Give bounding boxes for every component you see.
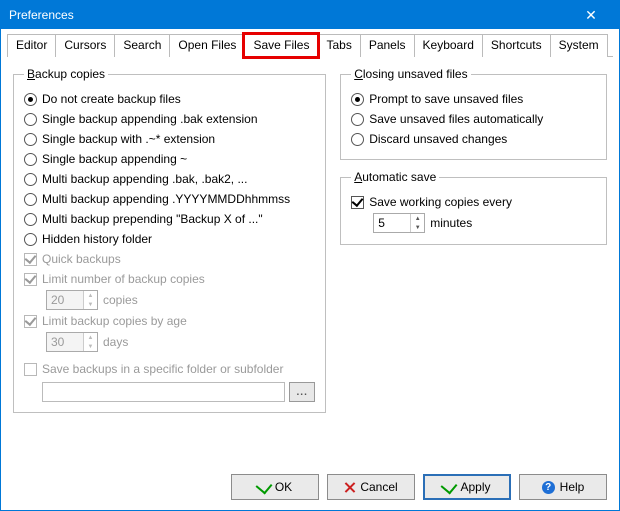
limit-age-input <box>47 333 83 351</box>
spin-down-icon: ▼ <box>84 342 97 351</box>
closing-group: Closing unsaved files Prompt to save uns… <box>340 67 607 160</box>
spin-up-icon: ▲ <box>84 333 97 342</box>
autosave-checkbox[interactable] <box>351 196 364 209</box>
autosave-group: Automatic save Save working copies every… <box>340 170 607 245</box>
backup-radio-7[interactable] <box>24 233 37 246</box>
tab-tabs[interactable]: Tabs <box>317 34 360 57</box>
specific-folder-checkbox <box>24 363 37 376</box>
titlebar: Preferences ✕ <box>1 1 619 29</box>
autosave-input[interactable] <box>374 214 410 232</box>
autosave-unit: minutes <box>430 216 472 230</box>
backup-radio-1[interactable] <box>24 113 37 126</box>
backup-radio-label: Single backup appending .bak extension <box>42 112 258 126</box>
closing-radio-label: Save unsaved files automatically <box>369 112 543 126</box>
quick-backups-label: Quick backups <box>42 252 121 266</box>
backup-radio-label: Single backup appending ~ <box>42 152 187 166</box>
x-icon <box>344 482 355 493</box>
spin-up-icon[interactable]: ▲ <box>411 214 424 223</box>
days-label: days <box>103 335 128 349</box>
copies-label: copies <box>103 293 138 307</box>
closing-radio-label: Discard unsaved changes <box>369 132 507 146</box>
tab-keyboard[interactable]: Keyboard <box>414 34 483 57</box>
autosave-label: Save working copies every <box>369 195 512 209</box>
closing-radio-0[interactable] <box>351 93 364 106</box>
backup-radio-label: Do not create backup files <box>42 92 181 106</box>
spin-down-icon: ▼ <box>84 300 97 309</box>
limit-age-spin: ▲▼ <box>46 332 98 352</box>
spin-up-icon: ▲ <box>84 291 97 300</box>
backup-legend: Backup copies <box>24 67 108 81</box>
help-icon: ? <box>542 481 555 494</box>
backup-radio-5[interactable] <box>24 193 37 206</box>
limit-age-row: Limit backup copies by age <box>24 311 315 331</box>
backup-radio-0[interactable] <box>24 93 37 106</box>
closing-radio-1[interactable] <box>351 113 364 126</box>
spin-down-icon[interactable]: ▼ <box>411 223 424 232</box>
limit-number-checkbox <box>24 273 37 286</box>
check-icon <box>441 477 458 494</box>
tab-panels[interactable]: Panels <box>360 34 415 57</box>
tab-search[interactable]: Search <box>114 34 170 57</box>
tab-editor[interactable]: Editor <box>7 34 56 57</box>
limit-age-checkbox <box>24 315 37 328</box>
limit-age-label: Limit backup copies by age <box>42 314 187 328</box>
specific-folder-label: Save backups in a specific folder or sub… <box>42 362 283 376</box>
close-icon[interactable]: ✕ <box>571 1 611 29</box>
closing-radio-label: Prompt to save unsaved files <box>369 92 523 106</box>
cancel-button[interactable]: Cancel <box>327 474 415 500</box>
backup-radio-label: Multi backup appending .YYYYMMDDhhmmss <box>42 192 290 206</box>
limit-number-label: Limit number of backup copies <box>42 272 205 286</box>
quick-backups-row: Quick backups <box>24 249 315 269</box>
limit-number-input <box>47 291 83 309</box>
folder-path-input <box>42 382 285 402</box>
autosave-spin[interactable]: ▲▼ <box>373 213 425 233</box>
window-title: Preferences <box>9 8 74 22</box>
backup-group: Backup copies Do not create backup files… <box>13 67 326 413</box>
backup-radio-label: Single backup with .~* extension <box>42 132 215 146</box>
check-icon <box>255 477 272 494</box>
quick-backups-checkbox <box>24 253 37 266</box>
closing-legend: Closing unsaved files <box>351 67 470 81</box>
apply-button[interactable]: Apply <box>423 474 511 500</box>
backup-radio-3[interactable] <box>24 153 37 166</box>
limit-number-spin: ▲▼ <box>46 290 98 310</box>
tabs-bar: EditorCursorsSearchOpen FilesSave FilesT… <box>7 33 613 57</box>
backup-radio-2[interactable] <box>24 133 37 146</box>
tab-save-files[interactable]: Save Files <box>244 34 318 57</box>
backup-radio-label: Hidden history folder <box>42 232 152 246</box>
backup-radio-label: Multi backup prepending "Backup X of ...… <box>42 212 263 226</box>
help-button[interactable]: ? Help <box>519 474 607 500</box>
tab-system[interactable]: System <box>550 34 608 57</box>
backup-radio-6[interactable] <box>24 213 37 226</box>
closing-radio-2[interactable] <box>351 133 364 146</box>
backup-radio-4[interactable] <box>24 173 37 186</box>
autosave-legend: Automatic save <box>351 170 439 184</box>
browse-button[interactable]: ... <box>289 382 315 402</box>
backup-radio-label: Multi backup appending .bak, .bak2, ... <box>42 172 247 186</box>
dialog-buttons: OK Cancel Apply ? Help <box>231 474 607 500</box>
tab-open-files[interactable]: Open Files <box>169 34 245 57</box>
limit-number-row: Limit number of backup copies <box>24 269 315 289</box>
tab-cursors[interactable]: Cursors <box>55 34 115 57</box>
ok-button[interactable]: OK <box>231 474 319 500</box>
tab-shortcuts[interactable]: Shortcuts <box>482 34 551 57</box>
